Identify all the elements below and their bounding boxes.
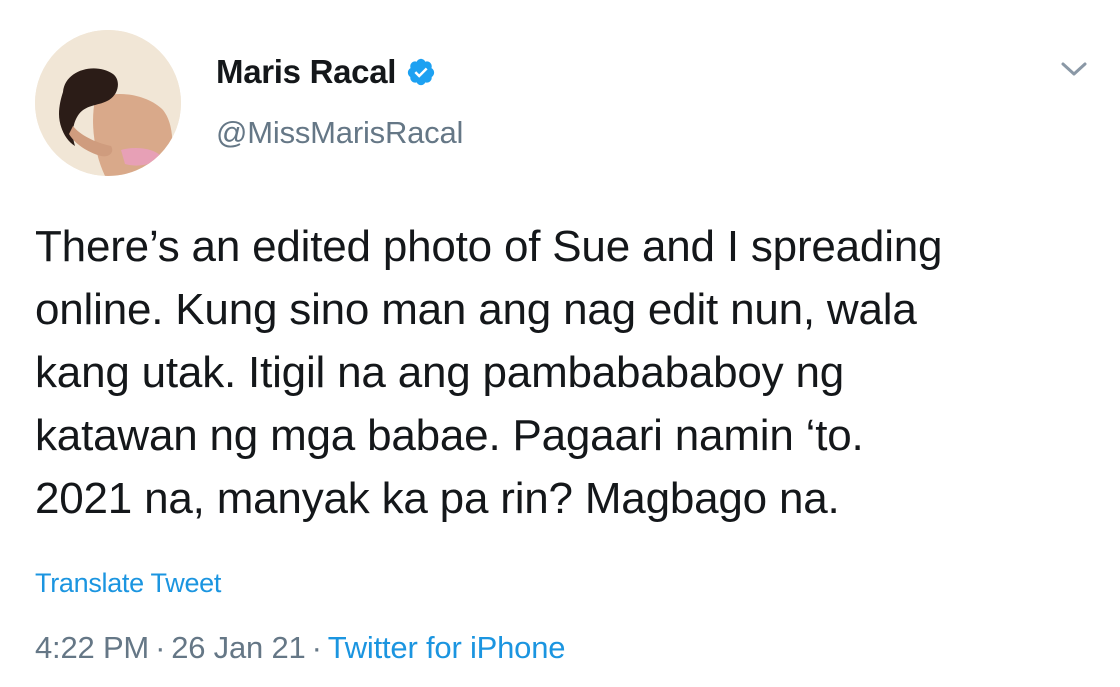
tweet-time[interactable]: 4:22 PM: [35, 630, 149, 666]
verified-badge-icon: [406, 57, 436, 87]
tweet-source-link[interactable]: Twitter for iPhone: [328, 630, 566, 666]
author-name[interactable]: Maris Racal: [216, 53, 396, 91]
tweet-card: Maris Racal @MissMarisRacal There’s an e…: [0, 0, 1120, 687]
avatar[interactable]: [35, 30, 181, 176]
tweet-meta: 4:22 PM · 26 Jan 21 · Twitter for iPhone: [35, 630, 566, 666]
author-name-row: Maris Racal: [216, 50, 436, 94]
meta-separator: ·: [155, 630, 166, 665]
tweet-date[interactable]: 26 Jan 21: [171, 630, 306, 666]
meta-separator: ·: [311, 630, 322, 665]
translate-tweet-link[interactable]: Translate Tweet: [35, 568, 221, 599]
tweet-text: There’s an edited photo of Sue and I spr…: [35, 222, 943, 523]
chevron-down-icon[interactable]: [1058, 55, 1090, 83]
author-handle[interactable]: @MissMarisRacal: [216, 115, 463, 151]
